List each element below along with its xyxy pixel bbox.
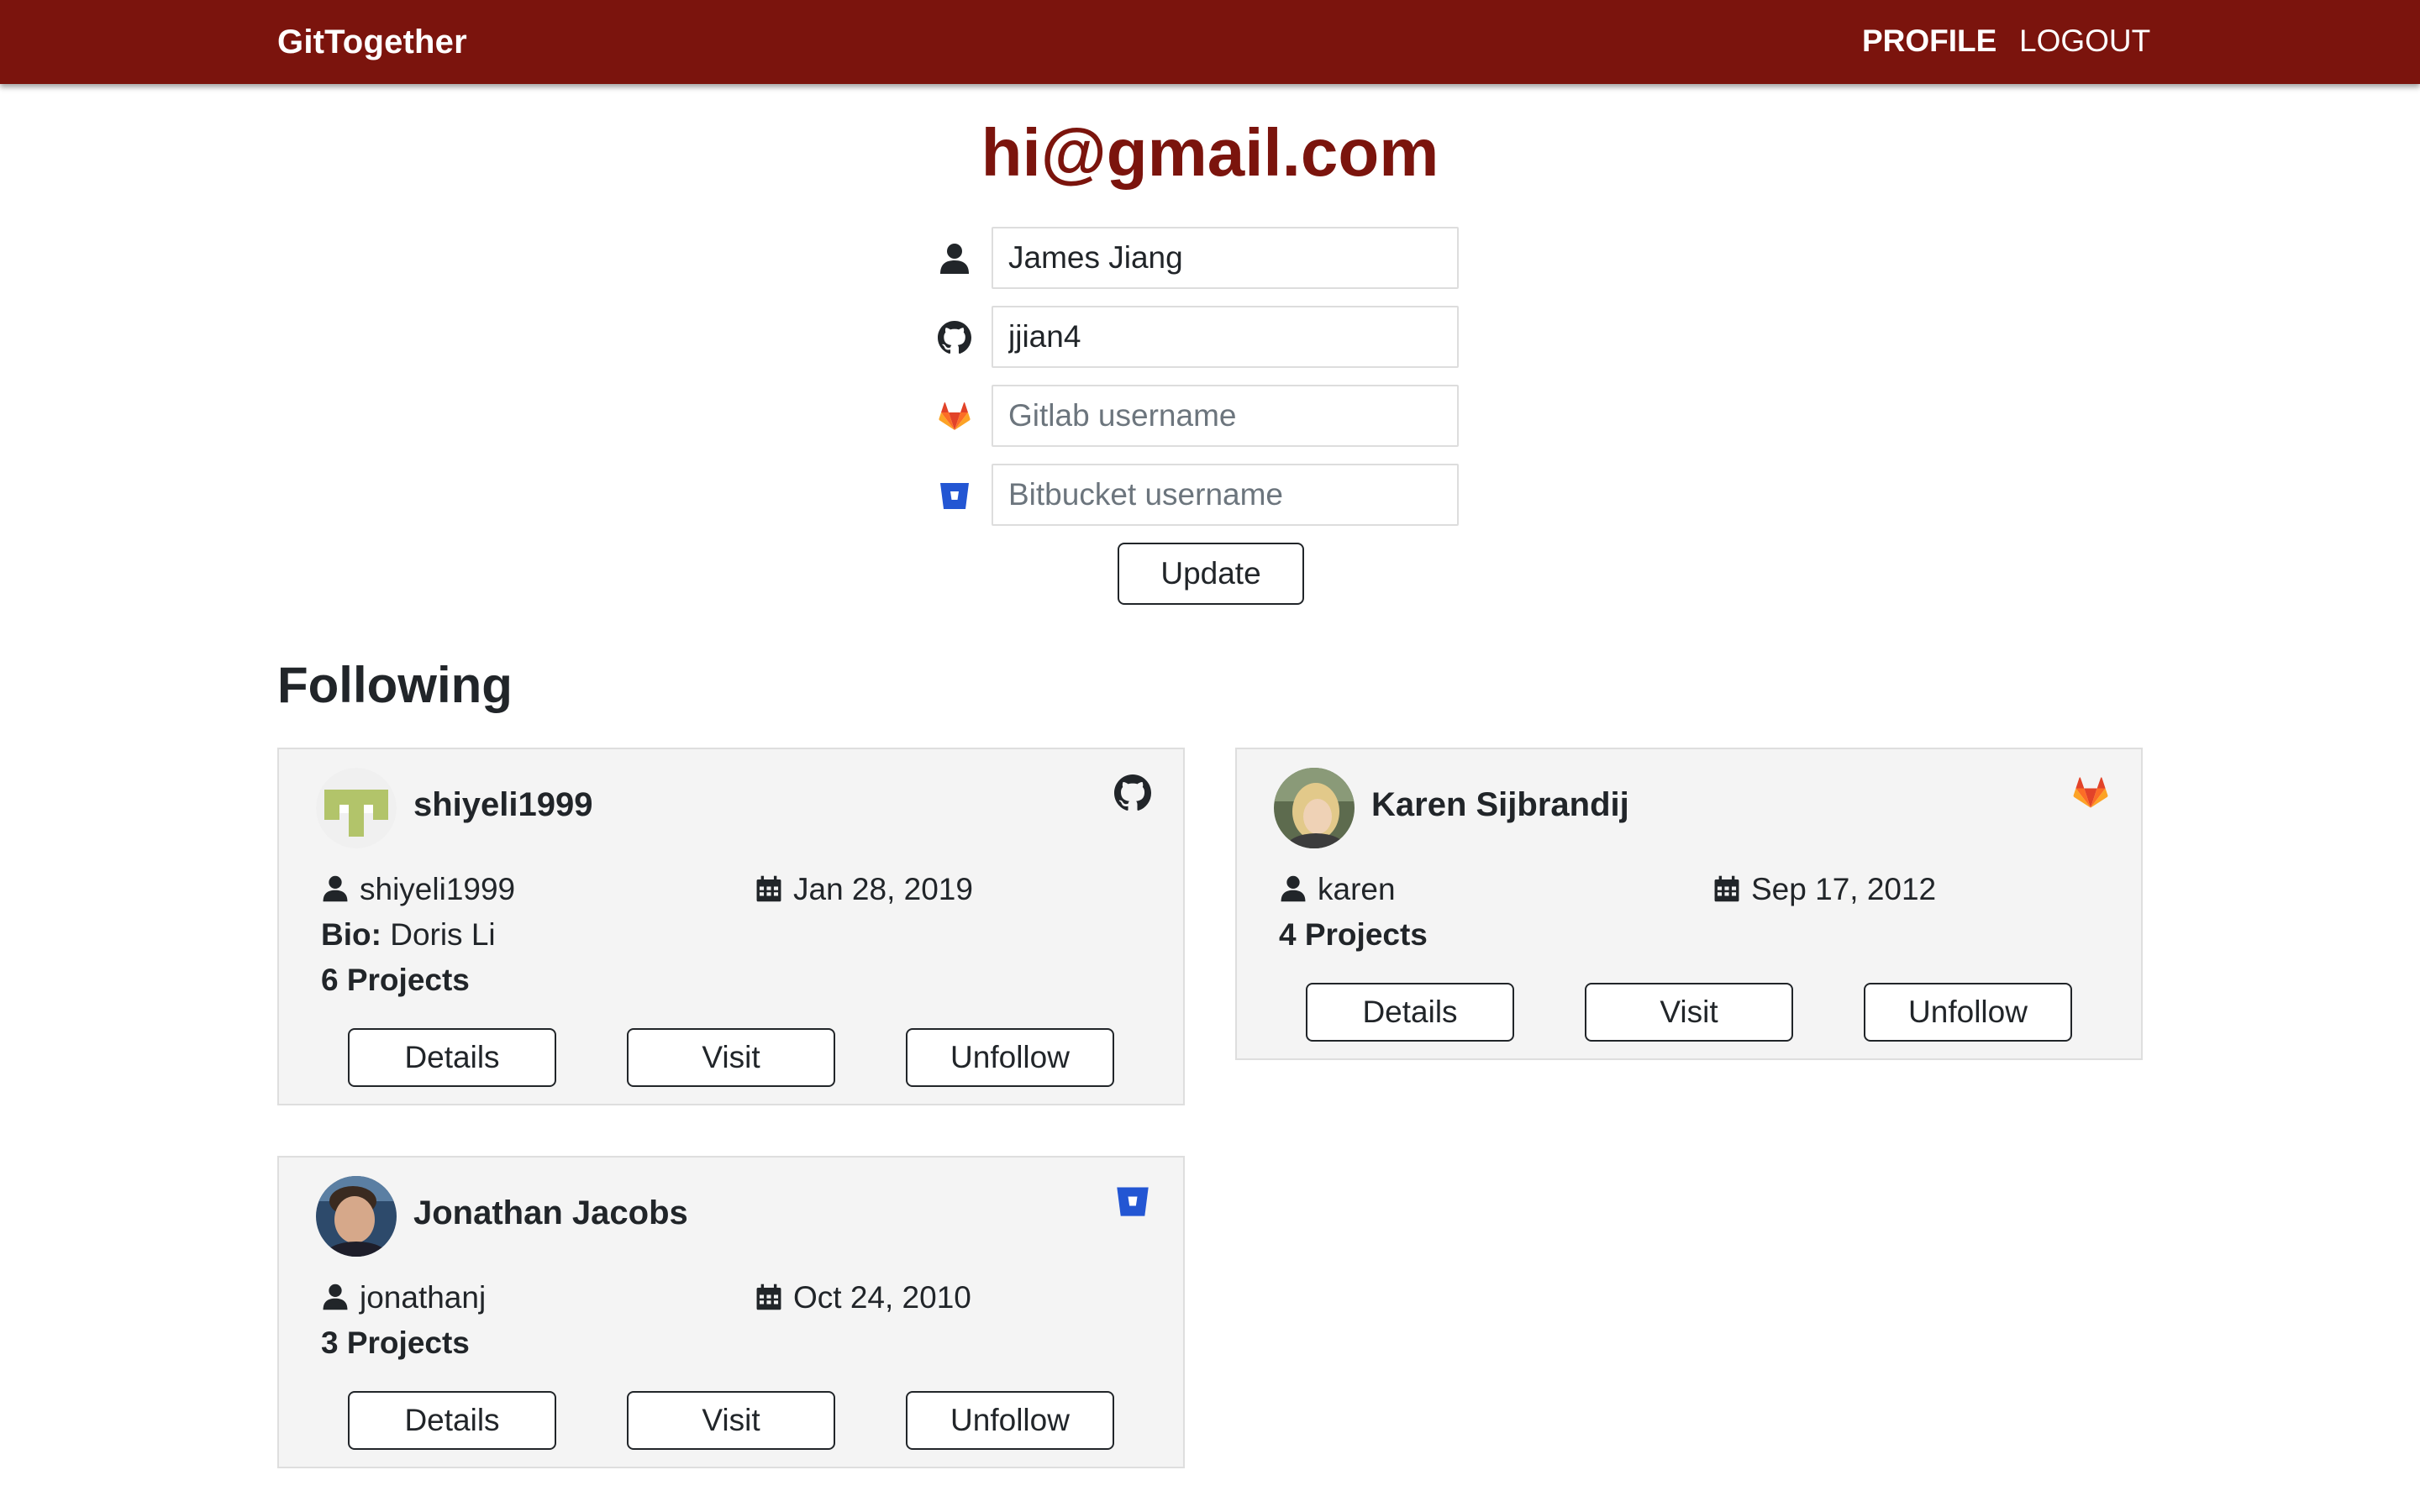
nav-profile-link[interactable]: PROFILE — [1862, 24, 1996, 59]
card-username: karen — [1279, 872, 1396, 907]
profile-email-heading: hi@gmail.com — [981, 115, 1439, 190]
github-icon — [1114, 774, 1151, 811]
card-display-name: Jonathan Jacobs — [413, 1194, 688, 1231]
top-navbar: GitTogether PROFILE LOGOUT — [0, 0, 2420, 84]
photo-avatar-image — [316, 1176, 397, 1257]
card-date: Sep 17, 2012 — [1712, 872, 1936, 907]
card-date-text: Oct 24, 2010 — [793, 1280, 971, 1315]
following-card: shiyeli1999 shiyeli1999 Jan 28, 2019 Bio… — [277, 748, 1185, 1105]
details-button[interactable]: Details — [1306, 983, 1514, 1042]
gitlab-username-input[interactable] — [992, 385, 1459, 447]
card-projects-count: 4 Projects — [1279, 917, 1428, 952]
github-username-input[interactable] — [992, 306, 1459, 368]
card-date: Jan 28, 2019 — [755, 872, 973, 907]
card-date-text: Sep 17, 2012 — [1751, 872, 1937, 906]
card-projects-count: 6 Projects — [321, 963, 470, 997]
avatar — [1274, 768, 1355, 848]
calendar-icon — [756, 875, 781, 902]
card-date-text: Jan 28, 2019 — [793, 872, 973, 906]
photo-avatar-image — [1274, 768, 1355, 848]
card-projects-count: 3 Projects — [321, 1326, 470, 1360]
following-card: Karen Sijbrandij karen Sep 17, 2012 4 Pr… — [1235, 748, 2143, 1060]
name-input[interactable] — [992, 227, 1459, 289]
visit-button[interactable]: Visit — [1585, 983, 1793, 1042]
calendar-icon — [756, 1284, 781, 1310]
visit-button[interactable]: Visit — [627, 1391, 835, 1450]
following-card: Jonathan Jacobs jonathanj Oct 24, 2010 3… — [277, 1156, 1185, 1468]
unfollow-button[interactable]: Unfollow — [906, 1391, 1114, 1450]
card-display-name: shiyeli1999 — [413, 786, 593, 823]
card-username: shiyeli1999 — [321, 872, 515, 907]
card-username: jonathanj — [321, 1280, 486, 1315]
calendar-icon — [1714, 875, 1739, 902]
identicon-avatar-image — [316, 768, 397, 848]
nav-logout-link[interactable]: LOGOUT — [2019, 24, 2150, 59]
card-bio: Bio: Doris Li — [321, 917, 496, 953]
details-button[interactable]: Details — [348, 1391, 556, 1450]
avatar — [316, 1176, 397, 1257]
bio-text: Doris Li — [390, 917, 496, 952]
gitlab-icon — [939, 402, 971, 430]
user-icon — [1281, 875, 1306, 902]
bitbucket-icon — [1117, 1187, 1149, 1216]
details-button[interactable]: Details — [348, 1028, 556, 1087]
card-username-text: karen — [1318, 872, 1396, 906]
name-row — [938, 227, 1459, 289]
unfollow-button[interactable]: Unfollow — [906, 1028, 1114, 1087]
user-icon — [323, 1284, 348, 1310]
card-username-text: jonathanj — [360, 1280, 487, 1315]
user-icon — [323, 875, 348, 902]
brand-logo[interactable]: GitTogether — [277, 24, 467, 61]
card-username-text: shiyeli1999 — [360, 872, 516, 906]
bio-label: Bio: — [321, 917, 381, 952]
bitbucket-row — [938, 464, 1459, 526]
user-icon — [940, 244, 969, 274]
gitlab-row — [938, 385, 1459, 447]
bitbucket-username-input[interactable] — [992, 464, 1459, 526]
following-heading: Following — [277, 657, 513, 713]
card-date: Oct 24, 2010 — [755, 1280, 971, 1315]
update-button[interactable]: Update — [1118, 543, 1304, 605]
visit-button[interactable]: Visit — [627, 1028, 835, 1087]
github-icon — [938, 321, 971, 354]
gitlab-icon — [2073, 777, 2108, 808]
card-display-name: Karen Sijbrandij — [1371, 786, 1629, 823]
avatar — [316, 768, 397, 848]
github-row — [938, 306, 1459, 368]
unfollow-button[interactable]: Unfollow — [1864, 983, 2072, 1042]
bitbucket-icon — [940, 483, 969, 509]
